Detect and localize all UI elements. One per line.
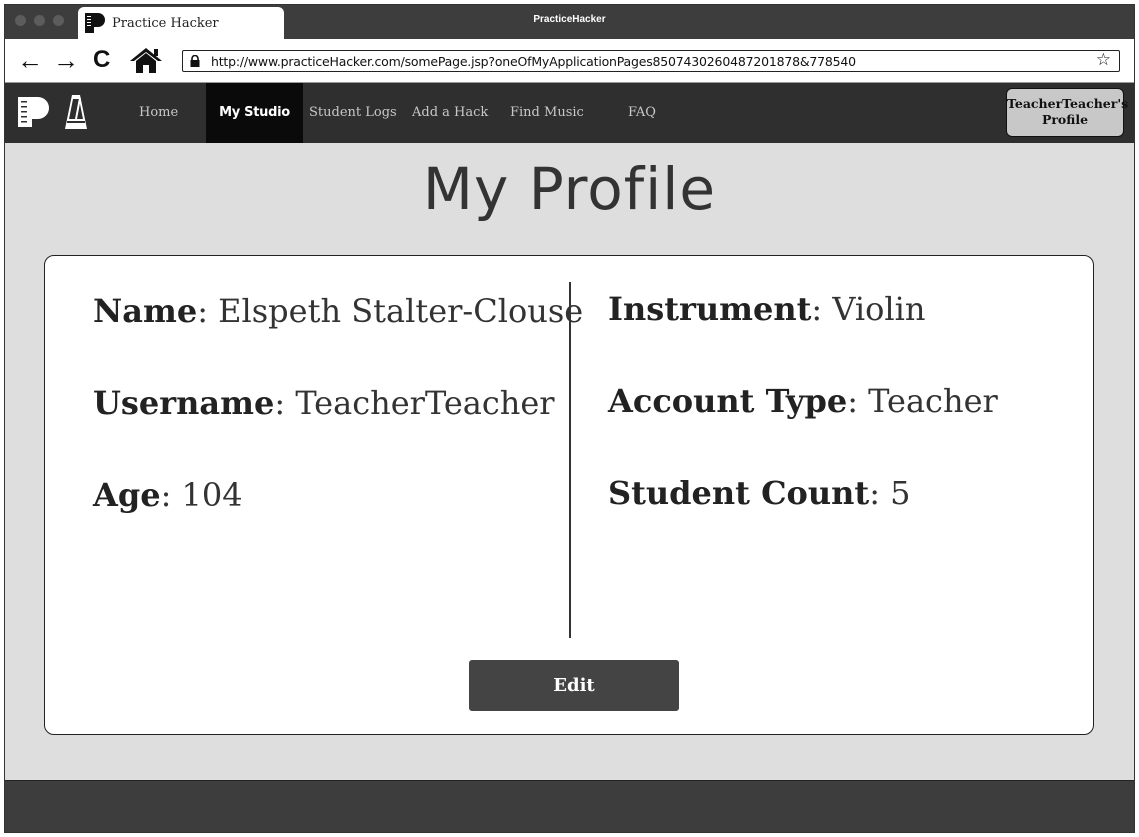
metronome-icon[interactable] (63, 93, 89, 131)
age-label: Age (93, 476, 161, 514)
bookmark-star-icon[interactable]: ☆ (1096, 50, 1111, 70)
account-type-value: Teacher (868, 382, 998, 420)
edit-button[interactable]: Edit (469, 660, 679, 711)
page-footer (5, 780, 1134, 832)
browser-window: Practice Hacker PracticeHacker ← → C htt… (4, 4, 1135, 833)
student-count-label: Student Count (608, 474, 870, 512)
address-bar: ← → C http://www.practiceHacker.com/some… (5, 39, 1134, 83)
profile-button[interactable]: TeacherTeacher's Profile (1006, 88, 1129, 137)
window-title: PracticeHacker (533, 14, 606, 25)
account-type-field: Account Type: Teacher (608, 382, 998, 420)
profile-card: Name: Elspeth Stalter-Clouse Username: T… (44, 255, 1094, 735)
nav-faq-link[interactable]: FAQ (628, 83, 656, 143)
student-count-field: Student Count: 5 (608, 474, 911, 512)
reload-icon[interactable]: C (93, 47, 110, 73)
name-label: Name (93, 292, 198, 330)
nav-home-link[interactable]: Home (139, 83, 178, 143)
username-field: Username: TeacherTeacher (93, 384, 555, 422)
home-icon[interactable] (128, 46, 164, 74)
nav-add-a-hack-link[interactable]: Add a Hack (412, 83, 488, 143)
site-navbar: Home My Studio Student Logs Add a Hack F… (5, 83, 1134, 143)
profile-button-line1: TeacherTeacher's (1007, 96, 1129, 111)
username-value: TeacherTeacher (295, 384, 555, 422)
nav-find-music-link[interactable]: Find Music (510, 83, 584, 143)
practice-hacker-logo-icon[interactable] (17, 95, 51, 129)
nav-my-studio-link[interactable]: My Studio (206, 83, 303, 143)
lock-icon (190, 55, 200, 67)
account-type-label: Account Type (608, 382, 848, 420)
title-bar: Practice Hacker PracticeHacker (5, 5, 1134, 39)
instrument-value: Violin (832, 290, 926, 328)
username-label: Username (93, 384, 275, 422)
nav-student-logs-link[interactable]: Student Logs (309, 83, 397, 143)
age-value: 104 (181, 476, 243, 514)
back-icon[interactable]: ← (17, 47, 43, 73)
student-count-value: 5 (890, 474, 911, 512)
url-text: http://www.practiceHacker.com/somePage.j… (211, 53, 856, 69)
name-field: Name: Elspeth Stalter-Clouse (93, 292, 584, 330)
page-title: My Profile (422, 155, 717, 223)
url-field[interactable]: http://www.practiceHacker.com/somePage.j… (182, 50, 1120, 72)
age-field: Age: 104 (93, 476, 243, 514)
forward-icon[interactable]: → (53, 47, 79, 73)
instrument-label: Instrument (608, 290, 812, 328)
name-value: Elspeth Stalter-Clouse (218, 292, 584, 330)
profile-button-line2: Profile (1041, 112, 1089, 127)
instrument-field: Instrument: Violin (608, 290, 926, 328)
column-divider (569, 282, 571, 638)
